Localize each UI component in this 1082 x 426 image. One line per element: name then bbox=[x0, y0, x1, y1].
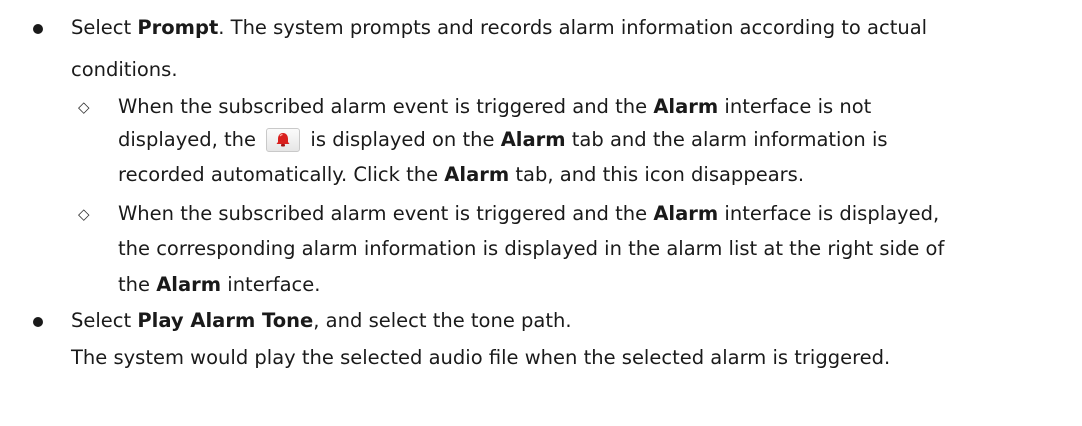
sub2-line2: the corresponding alarm information is d… bbox=[118, 237, 945, 260]
text: . The system prompts and records alarm i… bbox=[218, 16, 928, 39]
sub2-line1: When the subscribed alarm event is trigg… bbox=[118, 200, 939, 228]
text: interface is displayed, bbox=[718, 202, 940, 225]
text: When the subscribed alarm event is trigg… bbox=[118, 95, 654, 118]
sub2-line3: the Alarm interface. bbox=[118, 271, 320, 299]
diamond-bullet: ◇ bbox=[78, 205, 90, 223]
alarm-term: Alarm bbox=[653, 95, 719, 118]
text: Select bbox=[71, 16, 138, 39]
text: tab and the alarm information is bbox=[565, 128, 888, 151]
bullet-tone-line1: Select Play Alarm Tone, and select the t… bbox=[71, 307, 572, 335]
alarm-term: Alarm bbox=[156, 273, 222, 296]
sub1-line1: When the subscribed alarm event is trigg… bbox=[118, 93, 871, 121]
bullet-dot bbox=[33, 317, 43, 327]
bullet-prompt-line2: conditions. bbox=[71, 58, 178, 81]
text: the bbox=[118, 273, 157, 296]
text: When the subscribed alarm event is trigg… bbox=[118, 202, 654, 225]
bullet-prompt-line1: Select Prompt. The system prompts and re… bbox=[71, 14, 927, 42]
alarm-term: Alarm bbox=[653, 202, 719, 225]
bullet-tone-line2: The system would play the selected audio… bbox=[71, 346, 891, 369]
alarm-term: Alarm bbox=[500, 128, 566, 151]
text: is displayed on the bbox=[304, 128, 501, 151]
diamond-bullet: ◇ bbox=[78, 98, 90, 116]
text: interface is not bbox=[718, 95, 872, 118]
text: , and select the tone path. bbox=[313, 309, 572, 332]
text: Select bbox=[71, 309, 138, 332]
text: interface. bbox=[221, 273, 321, 296]
sub1-line2: displayed, the is displayed on the Alarm… bbox=[118, 126, 888, 154]
text: tab, and this icon disappears. bbox=[509, 163, 805, 186]
text: displayed, the bbox=[118, 128, 263, 151]
play-alarm-tone-term: Play Alarm Tone bbox=[137, 309, 314, 332]
sub1-line3: recorded automatically. Click the Alarm … bbox=[118, 161, 804, 189]
alarm-bell-icon bbox=[266, 128, 301, 152]
text: recorded automatically. Click the bbox=[118, 163, 445, 186]
alarm-term: Alarm bbox=[444, 163, 510, 186]
bullet-dot bbox=[33, 24, 43, 34]
prompt-term: Prompt bbox=[137, 16, 219, 39]
